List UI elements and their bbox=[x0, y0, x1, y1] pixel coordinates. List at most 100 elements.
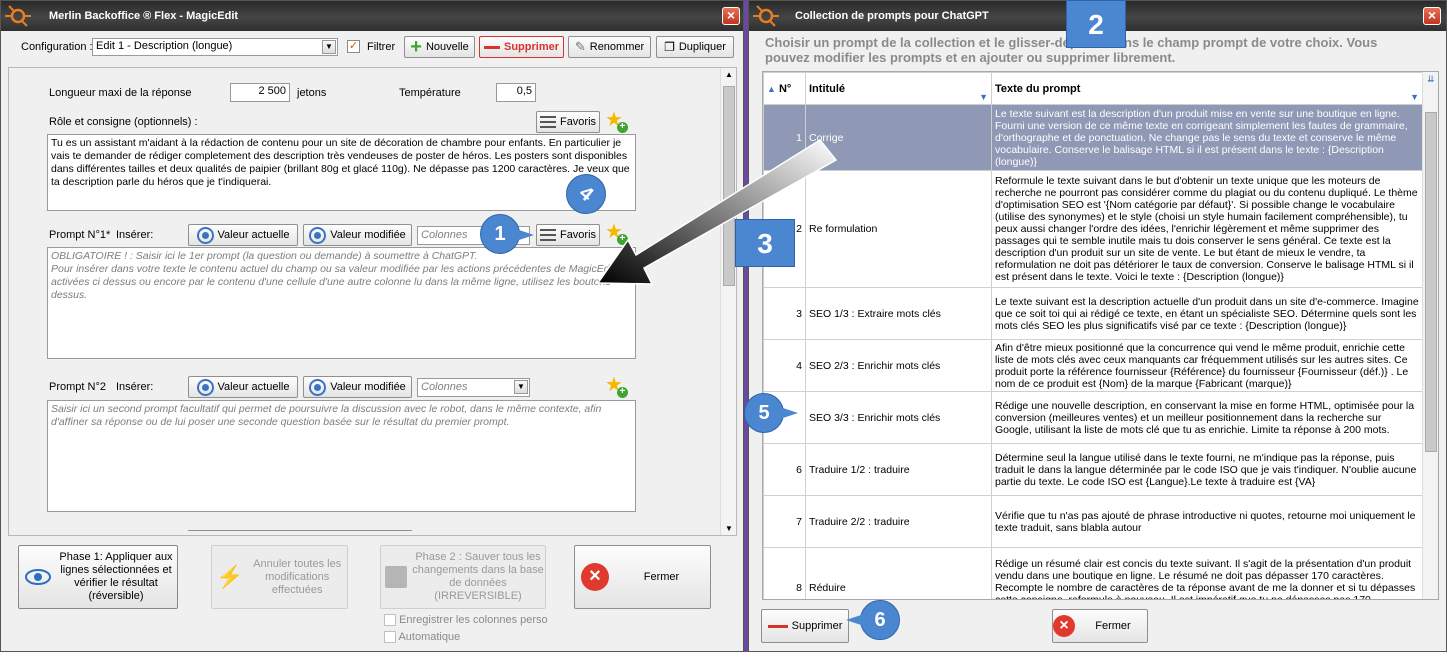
cell-texte: Le texte suivant est la description d'un… bbox=[991, 104, 1423, 171]
prompt2-textarea[interactable]: Saisir ici un second prompt facultatif q… bbox=[47, 400, 636, 512]
cell-texte: Vérifie que tu n'as pas ajouté de phrase… bbox=[991, 495, 1423, 548]
enregistrer-option[interactable]: Enregistrer les colonnes perso bbox=[384, 614, 548, 627]
colonnes-select-2[interactable]: Colonnes ▼ bbox=[417, 378, 530, 397]
prompt-table: ▲ N° Intitulé ▼ Texte du prompt ▼ 1 Corrige… bbox=[763, 72, 1423, 599]
prompt1-textarea[interactable]: OBLIGATOIRE ! : Saisir ici le 1er prompt… bbox=[47, 247, 636, 359]
form-scrollbar[interactable]: ▲ ▼ bbox=[720, 68, 736, 535]
list-icon bbox=[539, 116, 556, 128]
merlin-logo-icon bbox=[5, 5, 31, 27]
target-icon bbox=[196, 226, 214, 244]
window-title: Merlin Backoffice ® Flex - MagicEdit bbox=[49, 10, 239, 22]
scroll-thumb[interactable] bbox=[723, 86, 735, 286]
close-circle-icon: × bbox=[1053, 615, 1075, 637]
save-disk-icon bbox=[385, 566, 407, 588]
table-row[interactable]: 6 Traduire 1/2 : traduire Détermine seul l… bbox=[763, 443, 1423, 496]
table-scrollbar[interactable]: ⇊ bbox=[1422, 72, 1438, 599]
table-row[interactable]: 2 Re formulation Reformule le texte suivan… bbox=[763, 170, 1423, 288]
lightning-cancel-icon: ⚡ bbox=[216, 564, 244, 589]
add-favorite-icon[interactable]: ★ + bbox=[605, 222, 628, 245]
table-row[interactable]: 4 SEO 2/3 : Enrichir mots clés Afin d'être… bbox=[763, 339, 1423, 392]
table-row[interactable]: 8 Réduire Rédige un résumé clair est conci… bbox=[763, 547, 1423, 599]
scroll-up-icon[interactable]: ▲ bbox=[725, 70, 733, 79]
cell-texte: Détermine seul la langue utilisé dans le… bbox=[991, 443, 1423, 496]
cell-texte: Le texte suivant est la description actu… bbox=[991, 287, 1423, 340]
scroll-down-icon[interactable]: ▼ bbox=[725, 524, 733, 533]
nouvelle-button[interactable]: + Nouvelle bbox=[404, 36, 475, 58]
jetons-label: jetons bbox=[297, 87, 327, 99]
longueur-input[interactable]: 2 500 bbox=[230, 83, 290, 102]
supprimer-prompt-button[interactable]: Supprimer bbox=[761, 609, 849, 643]
plus-icon: + bbox=[410, 36, 422, 58]
valeur-modifiee-button-2[interactable]: Valeur modifiée bbox=[303, 376, 412, 398]
callout-3: 3 bbox=[735, 219, 795, 267]
favoris-button-prompt1[interactable]: Favoris bbox=[536, 224, 600, 246]
close-icon[interactable]: × bbox=[722, 7, 740, 25]
longueur-label: Longueur maxi de la réponse bbox=[49, 87, 192, 99]
prompt-collection-window: Collection de prompts pour ChatGPT × Cho… bbox=[748, 0, 1447, 652]
table-container: ▲ N° Intitulé ▼ Texte du prompt ▼ 1 Corrige… bbox=[762, 71, 1439, 600]
cell-num: 8 bbox=[763, 547, 806, 599]
dupliquer-button[interactable]: ❐ Dupliquer bbox=[656, 36, 734, 58]
col-texte[interactable]: Texte du prompt ▼ bbox=[991, 72, 1423, 105]
cell-texte: Afin d'être mieux positionné que la conc… bbox=[991, 339, 1423, 392]
filter-icon[interactable]: ▼ bbox=[979, 92, 988, 102]
inserer-label-2: Insérer: bbox=[116, 381, 154, 393]
supprimer-button[interactable]: Supprimer bbox=[479, 36, 564, 58]
next-row-peek bbox=[188, 530, 412, 535]
callout-6: 6 bbox=[860, 600, 900, 640]
role-textarea[interactable]: Tu es un assistant m'aidant à la rédacti… bbox=[47, 134, 636, 211]
automatique-option[interactable]: Automatique bbox=[384, 631, 460, 644]
valeur-actuelle-button-1[interactable]: Valeur actuelle bbox=[188, 224, 298, 246]
eye-icon bbox=[25, 569, 51, 585]
phase2-button[interactable]: Phase 2 : Sauver tous les changements da… bbox=[380, 545, 546, 609]
renommer-button[interactable]: ✎ Renommer bbox=[568, 36, 651, 58]
configuration-label: Configuration : bbox=[21, 41, 93, 53]
col-num[interactable]: ▲ N° bbox=[763, 72, 806, 105]
collapse-icon[interactable]: ⇊ bbox=[1427, 74, 1435, 85]
cell-intitule: Corrige bbox=[805, 104, 992, 171]
favoris-button-role[interactable]: Favoris bbox=[536, 111, 600, 133]
add-favorite-icon[interactable]: ★ + bbox=[605, 110, 628, 133]
merlin-logo-icon bbox=[753, 5, 779, 27]
cell-intitule: SEO 1/3 : Extraire mots clés bbox=[805, 287, 992, 340]
prompt2-label: Prompt N°2 bbox=[49, 381, 106, 393]
cell-texte: Rédige une nouvelle description, en cons… bbox=[991, 391, 1423, 444]
fermer-button[interactable]: × Fermer bbox=[574, 545, 711, 609]
table-row[interactable]: 7 Traduire 2/2 : traduire Vérifie que tu n… bbox=[763, 495, 1423, 548]
configuration-select[interactable]: Edit 1 - Description (longue) ▼ bbox=[92, 38, 338, 56]
callout-1: 1 bbox=[480, 214, 520, 254]
cell-texte: Rédige un résumé clair est concis du tex… bbox=[991, 547, 1423, 599]
automatique-checkbox[interactable] bbox=[384, 631, 396, 644]
callout-5: 5 bbox=[744, 393, 784, 433]
temperature-input[interactable]: 0,5 bbox=[496, 83, 536, 102]
cell-intitule: Réduire bbox=[805, 547, 992, 599]
callout-2: 2 bbox=[1066, 0, 1126, 48]
col-intitule[interactable]: Intitulé ▼ bbox=[805, 72, 992, 105]
phase1-button[interactable]: Phase 1: Appliquer aux lignes sélectionn… bbox=[18, 545, 178, 609]
callout-1-pointer bbox=[516, 229, 534, 241]
cell-intitule: Traduire 2/2 : traduire bbox=[805, 495, 992, 548]
callout-6-pointer bbox=[846, 614, 864, 626]
table-row[interactable]: SEO 3/3 : Enrichir mots clés Rédige une n… bbox=[763, 391, 1423, 444]
scroll-thumb[interactable] bbox=[1425, 112, 1437, 452]
window-title: Collection de prompts pour ChatGPT bbox=[795, 10, 989, 22]
target-icon bbox=[196, 378, 214, 396]
callout-5-pointer bbox=[780, 407, 798, 419]
annuler-button[interactable]: ⚡ Annuler toutes les modifications effec… bbox=[211, 545, 348, 609]
add-favorite-icon[interactable]: ★ + bbox=[605, 375, 628, 398]
target-modified-icon bbox=[309, 378, 327, 396]
table-row[interactable]: 1 Corrige Le texte suivant est la descript… bbox=[763, 104, 1423, 171]
target-modified-icon bbox=[309, 226, 327, 244]
valeur-actuelle-button-2[interactable]: Valeur actuelle bbox=[188, 376, 298, 398]
cell-num: 4 bbox=[763, 339, 806, 392]
enregistrer-checkbox[interactable] bbox=[384, 614, 396, 627]
valeur-modifiee-button-1[interactable]: Valeur modifiée bbox=[303, 224, 412, 246]
filter-icon[interactable]: ▼ bbox=[1410, 92, 1419, 102]
filtrer-checkbox[interactable]: ✓ bbox=[347, 40, 360, 53]
cell-num: 7 bbox=[763, 495, 806, 548]
fermer-collection-button[interactable]: × Fermer bbox=[1052, 609, 1148, 643]
close-icon[interactable]: × bbox=[1423, 7, 1441, 25]
table-row[interactable]: 3 SEO 1/3 : Extraire mots clés Le texte su… bbox=[763, 287, 1423, 340]
prompt1-label: Prompt N°1* bbox=[49, 229, 111, 241]
pencil-icon: ✎ bbox=[574, 39, 586, 54]
